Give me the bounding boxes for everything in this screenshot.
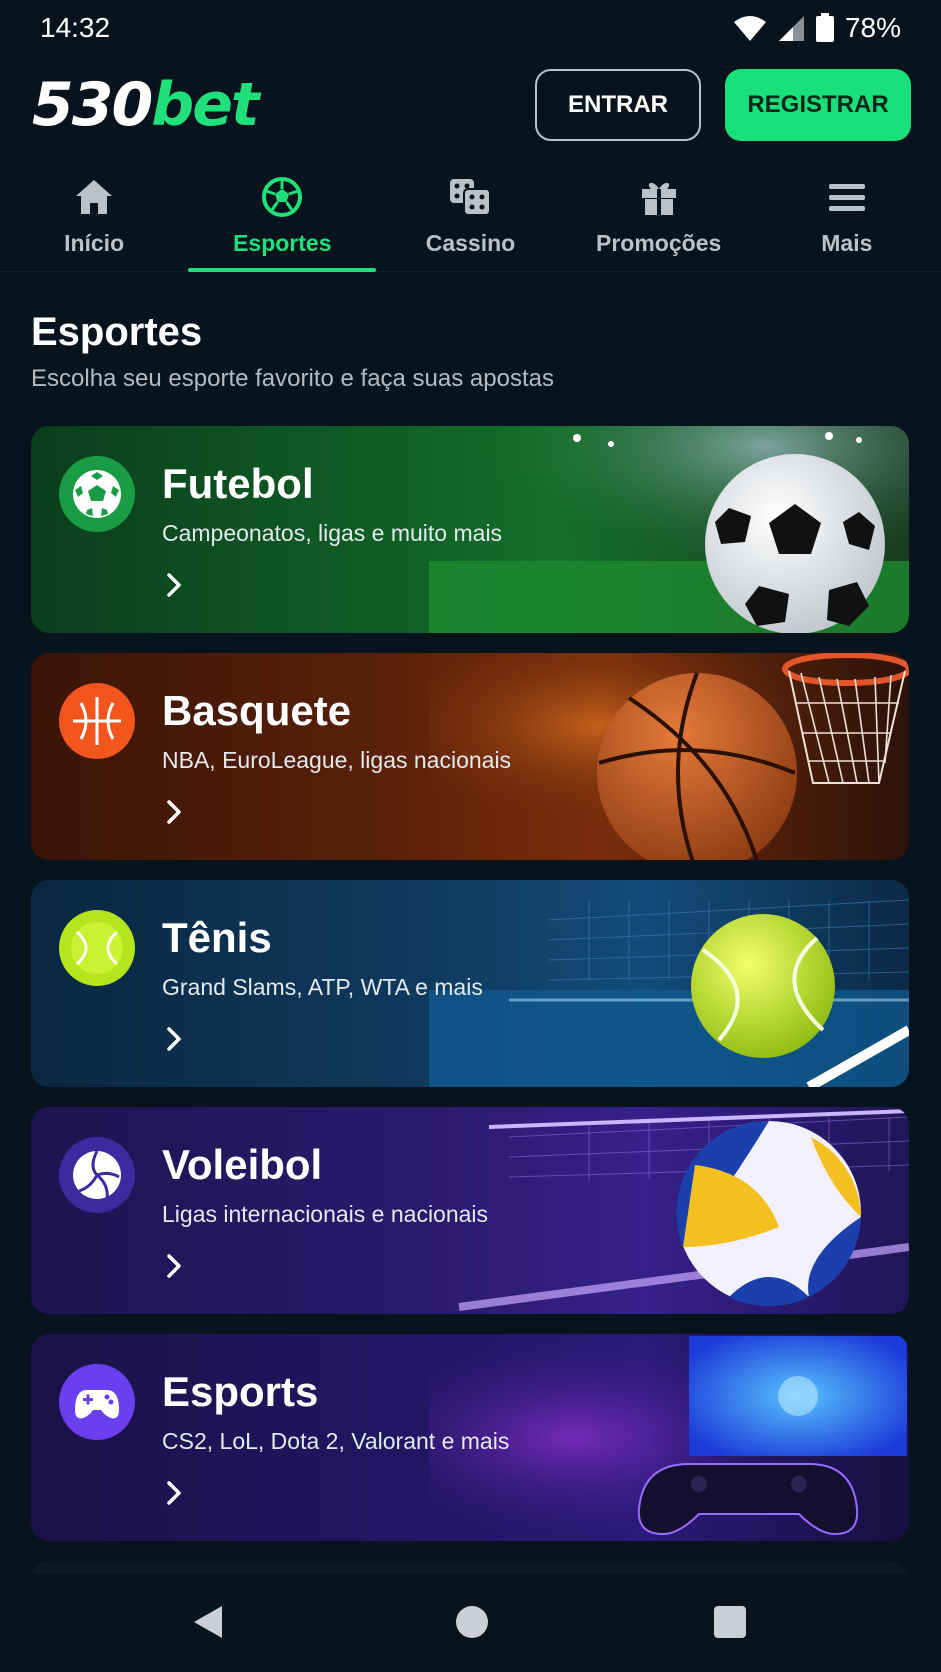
tennis-banner-image [429,899,909,1087]
soccer-ball-icon [261,174,303,220]
tab-label: Promoções [596,230,722,256]
logo-number: 530 [32,70,153,140]
card-description: Grand Slams, ATP, WTA e mais [162,974,483,1000]
header-actions: ENTRAR REGISTRAR [535,69,911,141]
gamepad-icon [59,1364,135,1440]
chevron-right-icon [167,1254,181,1278]
status-time: 14:32 [40,12,111,43]
card-title: Esports [162,1368,319,1415]
chevron-right-icon [167,800,181,824]
card-description: Campeonatos, ligas e muito mais [162,520,503,546]
basketball-icon [59,683,135,759]
chevron-right-icon [167,573,181,597]
tab-mais[interactable]: Mais [753,168,941,271]
card-title: Basquete [162,687,352,734]
status-icons: 78% [733,12,901,44]
sports-list: Futebol Campeonatos, ligas e muito mais [31,426,909,1561]
card-description: CS2, LoL, Dota 2, Valorant e mais [162,1428,510,1454]
home-circle-icon[interactable] [452,1602,492,1642]
sport-card-basquete[interactable]: Basquete NBA, EuroLeague, ligas nacionai… [31,653,909,860]
soccer-ball-icon [59,456,135,532]
menu-icon [828,174,865,220]
gift-icon [639,174,679,220]
page-title: Esportes [31,310,203,354]
chevron-right-icon [167,1027,181,1051]
card-title: Tênis [162,914,272,961]
logo-brand: bet [151,70,259,140]
logo[interactable]: 530bet [32,75,260,135]
dice-icon [448,174,492,220]
card-description: NBA, EuroLeague, ligas nacionais [162,747,512,773]
sport-card-futebol[interactable]: Futebol Campeonatos, ligas e muito mais [31,426,909,633]
status-bar: 14:32 78% [0,0,941,56]
tab-label: Esportes [233,230,332,256]
register-button[interactable]: REGISTRAR [725,69,911,141]
tab-promocoes[interactable]: Promoções [565,168,753,271]
home-icon [74,174,114,220]
app-header: 530bet ENTRAR REGISTRAR [0,60,941,150]
tab-label: Início [64,230,125,256]
page-subtitle: Escolha seu esporte favorito e faça suas… [31,365,554,392]
signal-icon [778,16,804,41]
recents-icon[interactable] [712,1602,748,1642]
battery-icon [815,13,834,42]
sport-card-tenis[interactable]: Tênis Grand Slams, ATP, WTA e mais [31,880,909,1087]
tab-label: Mais [821,230,873,256]
battery-level: 78% [844,12,901,43]
tennis-ball-icon [59,910,135,986]
back-icon[interactable] [190,1602,226,1642]
tab-label: Cassino [425,230,516,256]
volleyball-icon [59,1137,135,1213]
tab-esportes[interactable]: Esportes [188,168,377,272]
card-description: Ligas internacionais e nacionais [162,1201,489,1227]
wifi-icon [733,16,766,41]
card-title: Futebol [162,460,314,507]
sport-card-voleibol[interactable]: Voleibol Ligas internacionais e nacionai… [31,1107,909,1314]
tab-cassino[interactable]: Cassino [376,168,564,271]
main-nav: Início Esportes Cassino Promoções Mais [0,168,941,272]
card-title: Voleibol [162,1141,323,1188]
sport-card-esports[interactable]: Esports CS2, LoL, Dota 2, Valorant e mai… [31,1334,909,1541]
login-button[interactable]: ENTRAR [535,69,701,141]
volleyball-banner-image [458,1109,909,1311]
tab-inicio[interactable]: Início [0,168,188,271]
chevron-right-icon [167,1481,181,1505]
